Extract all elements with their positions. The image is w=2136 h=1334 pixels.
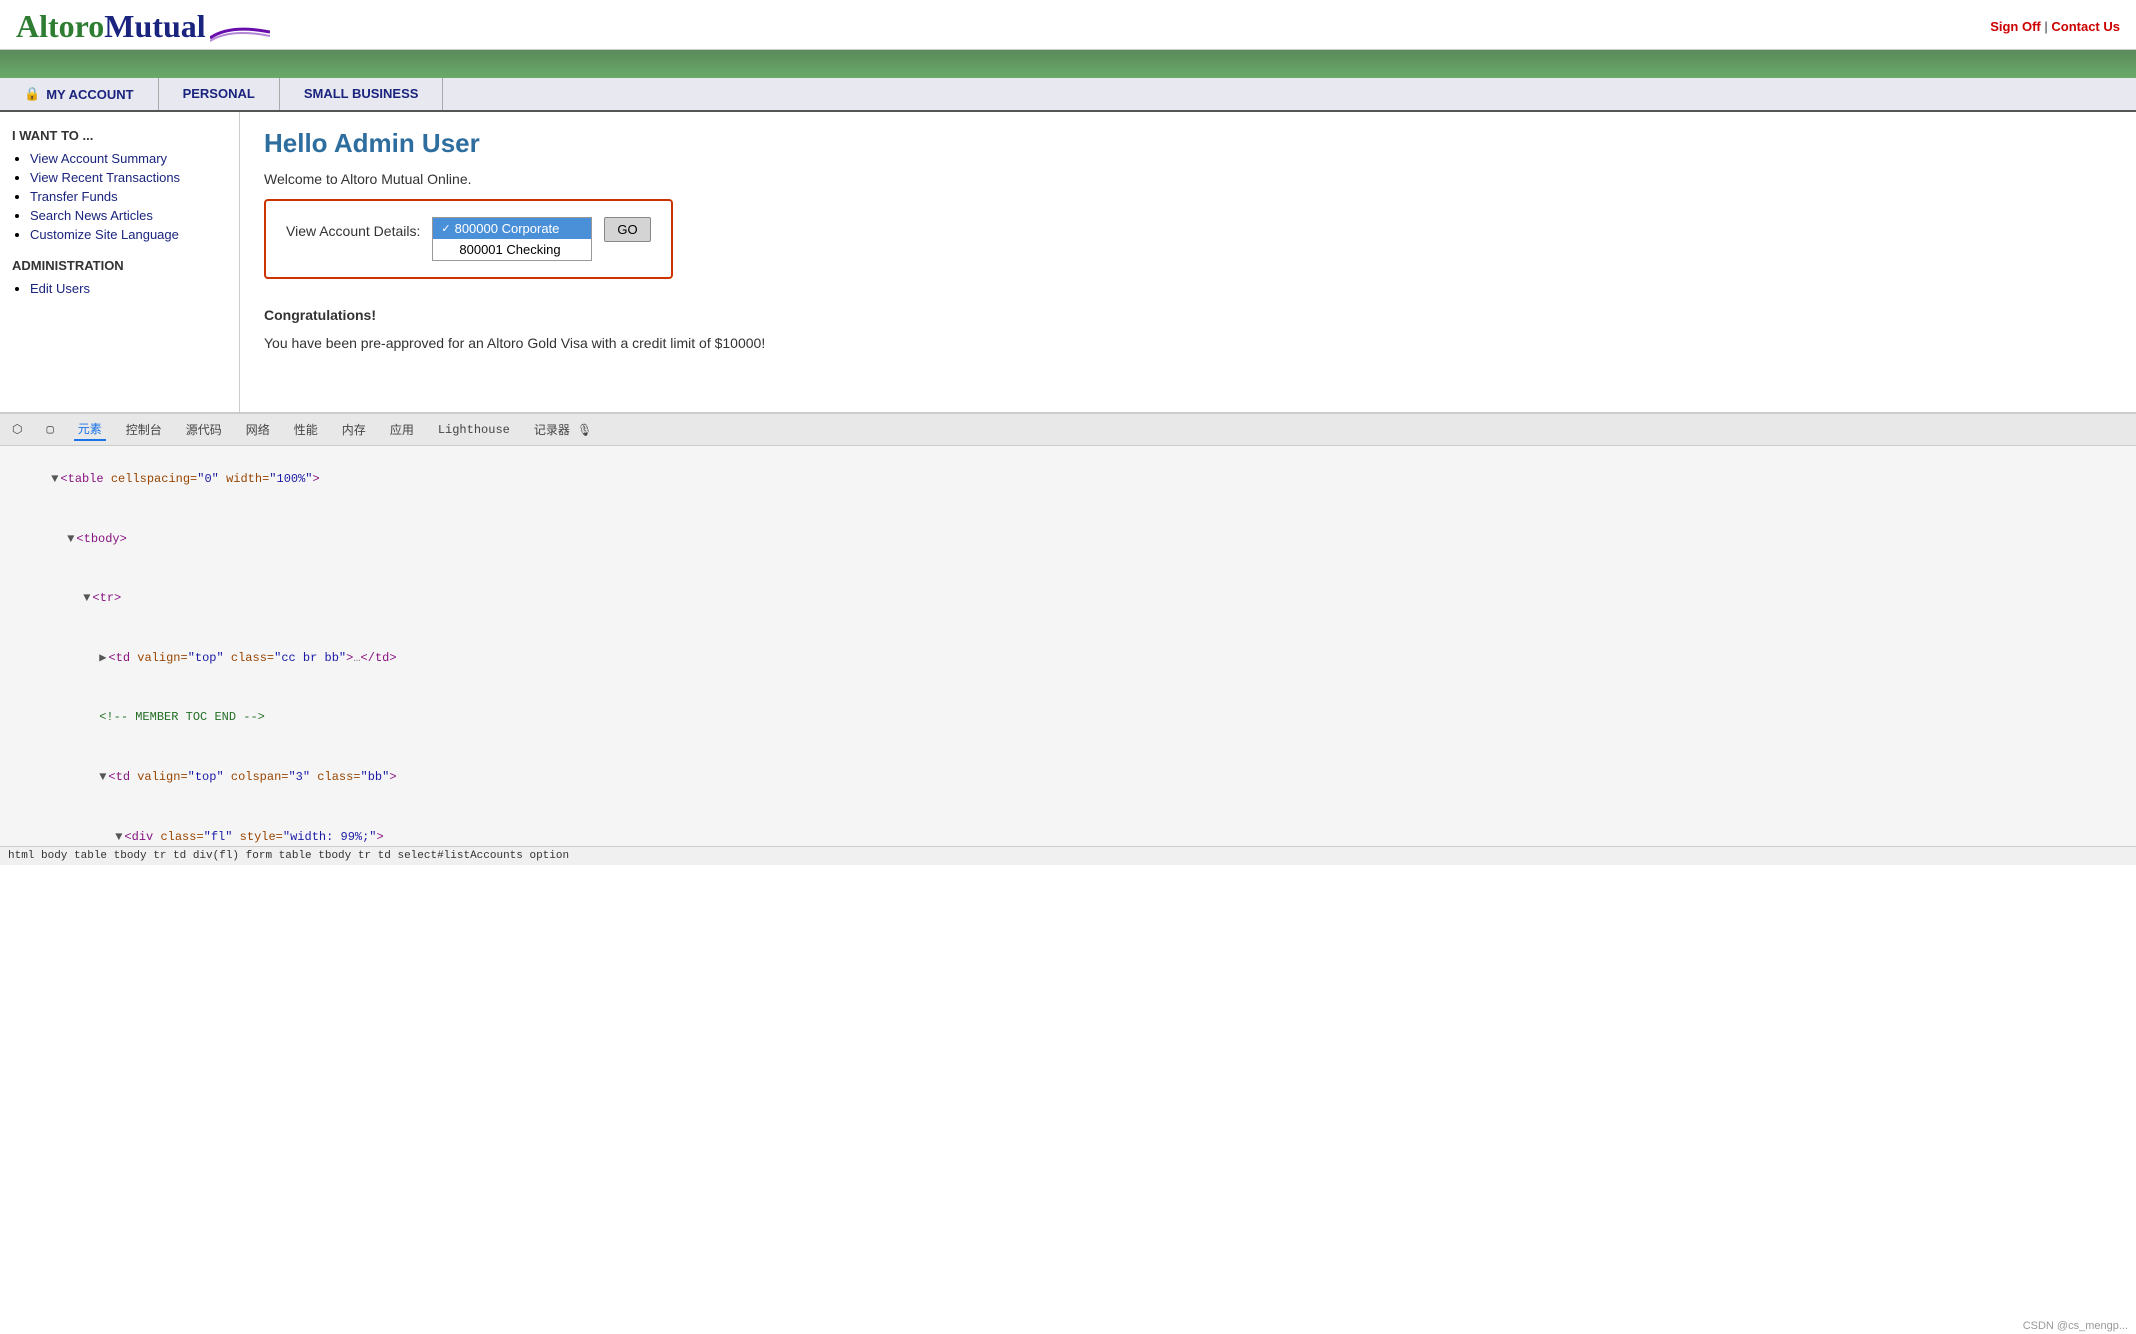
list-item: View Recent Transactions: [30, 170, 227, 185]
navbar: 🔒 MY ACCOUNT PERSONAL SMALL BUSINESS: [0, 78, 2136, 112]
sidebar-item-view-account-summary[interactable]: View Account Summary: [30, 151, 167, 166]
lock-icon: 🔒: [24, 86, 40, 102]
devtools-tab-performance[interactable]: 性能: [290, 419, 322, 440]
logo-mutual: Mutual: [104, 8, 205, 45]
header: AltoroMutual Sign Off | Contact Us: [0, 0, 2136, 50]
logo-area: AltoroMutual: [16, 8, 270, 45]
dt-line: <!-- MEMBER TOC END -->: [8, 688, 2128, 748]
account-details-box: View Account Details: ✓ 800000 Corporate…: [264, 199, 673, 279]
devtools-tab-lighthouse[interactable]: Lighthouse: [434, 421, 514, 439]
list-item: View Account Summary: [30, 151, 227, 166]
caret-icon[interactable]: ▼: [51, 472, 58, 486]
devtools-tab-elements[interactable]: 元素: [74, 418, 106, 441]
select-wrapper: ✓ 800000 Corporate 800001 Checking: [432, 217, 592, 261]
devtools-tab-recorder[interactable]: 记录器 🎙: [530, 419, 596, 440]
logo-swoosh-icon: [210, 24, 270, 42]
sidebar-links: View Account Summary View Recent Transac…: [12, 151, 227, 242]
list-item: Transfer Funds: [30, 189, 227, 204]
devtools-tab-memory[interactable]: 内存: [338, 419, 370, 440]
checkmark-icon: ✓: [441, 222, 450, 235]
devtools-icon-box[interactable]: ▢: [42, 420, 57, 439]
devtools-toolbar: ⬡ ▢ 元素 控制台 源代码 网络 性能 内存 应用 Lighthouse 记录…: [0, 414, 2136, 446]
sidebar-item-customize-site-language[interactable]: Customize Site Language: [30, 227, 179, 242]
option-800000-corporate[interactable]: ✓ 800000 Corporate: [433, 218, 591, 239]
list-item: Customize Site Language: [30, 227, 227, 242]
account-select-dropdown[interactable]: ✓ 800000 Corporate 800001 Checking: [432, 217, 592, 261]
header-links: Sign Off | Contact Us: [1990, 19, 2120, 34]
sidebar-item-search-news-articles[interactable]: Search News Articles: [30, 208, 153, 223]
option-800001-checking[interactable]: 800001 Checking: [433, 239, 591, 260]
nav-small-business[interactable]: SMALL BUSINESS: [280, 78, 444, 110]
admin-section: ADMINISTRATION Edit Users: [12, 258, 227, 296]
devtools-tab-network[interactable]: 网络: [242, 419, 274, 440]
content-area: Hello Admin User Welcome to Altoro Mutua…: [240, 112, 2136, 412]
devtools-tab-application[interactable]: 应用: [386, 419, 418, 440]
sidebar: I WANT TO ... View Account Summary View …: [0, 112, 240, 412]
sidebar-item-edit-users[interactable]: Edit Users: [30, 281, 90, 296]
welcome-text: Welcome to Altoro Mutual Online.: [264, 171, 2112, 187]
dt-line: ▼<div class="fl" style="width: 99%;">: [8, 807, 2128, 846]
caret-icon[interactable]: ▼: [83, 591, 90, 605]
account-details-label: View Account Details:: [286, 217, 420, 239]
option-label: 800001 Checking: [459, 242, 560, 257]
admin-heading: ADMINISTRATION: [12, 258, 227, 273]
main-layout: I WANT TO ... View Account Summary View …: [0, 112, 2136, 412]
sign-off-link[interactable]: Sign Off: [1990, 19, 2041, 34]
dt-line: ▶<td valign="top" class="cc br bb">…</td…: [8, 629, 2128, 689]
list-item: Edit Users: [30, 281, 227, 296]
account-details-row: View Account Details: ✓ 800000 Corporate…: [286, 217, 651, 261]
go-button[interactable]: GO: [604, 217, 650, 242]
sidebar-item-transfer-funds[interactable]: Transfer Funds: [30, 189, 118, 204]
nav-personal[interactable]: PERSONAL: [159, 78, 280, 110]
devtools-panel: ⬡ ▢ 元素 控制台 源代码 网络 性能 内存 应用 Lighthouse 记录…: [0, 412, 2136, 865]
option-label: 800000 Corporate: [455, 221, 560, 236]
congrats-title: Congratulations!: [264, 307, 2112, 323]
dt-line: ▼<table cellspacing="0" width="100%">: [8, 450, 2128, 510]
caret-icon[interactable]: ▼: [67, 532, 74, 546]
dt-line: ▼<td valign="top" colspan="3" class="bb"…: [8, 748, 2128, 808]
congrats-text: You have been pre-approved for an Altoro…: [264, 335, 2112, 351]
nav-my-account[interactable]: 🔒 MY ACCOUNT: [0, 78, 159, 110]
sidebar-want-to-heading: I WANT TO ...: [12, 128, 227, 143]
devtools-content: ▼<table cellspacing="0" width="100%"> ▼<…: [0, 446, 2136, 846]
caret-icon[interactable]: ▼: [115, 830, 122, 844]
caret-icon[interactable]: ▼: [99, 770, 106, 784]
list-item: Search News Articles: [30, 208, 227, 223]
devtools-icon-cursor[interactable]: ⬡: [8, 420, 26, 439]
caret-icon[interactable]: ▶: [99, 651, 106, 665]
devtools-tab-console[interactable]: 控制台: [122, 419, 166, 440]
bottom-credit: CSDN @cs_mengp...: [2023, 1320, 2128, 1332]
devtools-breadcrumb: html body table tbody tr td div(fl) form…: [0, 846, 2136, 865]
green-banner: [0, 50, 2136, 78]
contact-link[interactable]: Contact Us: [2051, 19, 2120, 34]
devtools-tab-sources[interactable]: 源代码: [182, 419, 226, 440]
sidebar-item-view-recent-transactions[interactable]: View Recent Transactions: [30, 170, 180, 185]
logo-altoro: Altoro: [16, 8, 104, 45]
dt-line: ▼<tr>: [8, 569, 2128, 629]
dt-line: ▼<tbody>: [8, 510, 2128, 570]
page-title: Hello Admin User: [264, 128, 2112, 159]
admin-links: Edit Users: [12, 281, 227, 296]
